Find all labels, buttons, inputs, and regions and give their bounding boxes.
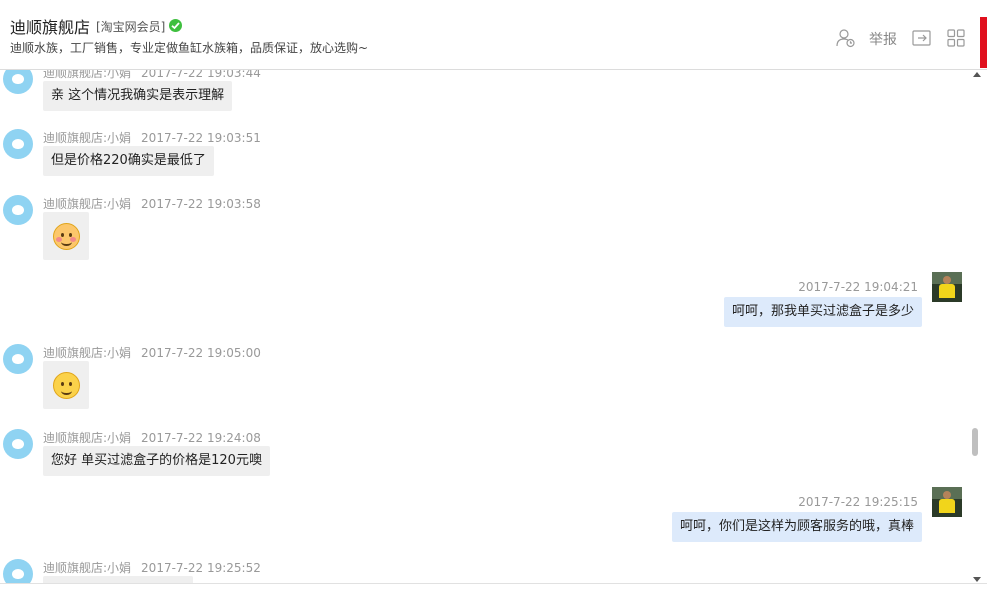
- message-time: 2017-7-22 19:04:21: [798, 280, 918, 294]
- seller-avatar[interactable]: [3, 344, 33, 374]
- message-bubble: 您好 单买过滤盒子的价格是120元噢: [43, 446, 270, 476]
- scroll-down-icon[interactable]: [973, 577, 981, 582]
- shy-face-emoji: [53, 223, 80, 250]
- seller-avatar[interactable]: [3, 429, 33, 459]
- smile-face-emoji: [53, 372, 80, 399]
- report-button[interactable]: 举报: [869, 29, 897, 49]
- message-meta: 迪顺旗舰店:小娟 2017-7-22 19:25:52: [43, 559, 261, 576]
- emoji-bubble: [43, 361, 89, 409]
- message-meta: 迪顺旗舰店:小娟 2017-7-22 19:03:58: [43, 195, 261, 212]
- message-meta: 迪顺旗舰店:小娟 2017-7-22 19:05:00: [43, 344, 261, 361]
- message-meta: 迪顺旗舰店:小娟 2017-7-22 19:03:44: [43, 70, 261, 81]
- message-time: 2017-7-22 19:05:00: [141, 346, 261, 360]
- message-meta: 迪顺旗舰店:小娟 2017-7-22 19:24:08: [43, 429, 261, 446]
- user-avatar[interactable]: [932, 487, 962, 517]
- message-time: 2017-7-22 19:03:44: [141, 70, 261, 80]
- message-list: 迪顺旗舰店:小娟 2017-7-22 19:03:44 亲 这个情况我确实是表示理…: [0, 70, 969, 583]
- scroll-up-icon[interactable]: [973, 72, 981, 77]
- emoji-bubble: [43, 212, 89, 260]
- seller-avatar[interactable]: [3, 70, 33, 94]
- side-tab[interactable]: [980, 17, 987, 68]
- message-meta: 迪顺旗舰店:小娟 2017-7-22 19:03:51: [43, 129, 261, 146]
- message-bubble: 但是价格220确实是最低了: [43, 146, 214, 176]
- seller-avatar[interactable]: [3, 559, 33, 583]
- scroll-thumb[interactable]: [972, 428, 978, 456]
- message-bubble: 亲 这个情况我确实是表示理解: [43, 81, 233, 111]
- shop-name[interactable]: 迪顺旗舰店: [10, 14, 90, 38]
- verified-check-icon: [169, 19, 182, 32]
- seller-avatar[interactable]: [3, 129, 33, 159]
- shop-description: 迪顺水族，工厂销售，专业定做鱼缸水族箱，品质保证，放心选购~: [10, 41, 369, 55]
- user-avatar[interactable]: [932, 272, 962, 302]
- message-time: 2017-7-22 19:25:15: [798, 495, 918, 509]
- chat-header: 迪顺旗舰店 [淘宝网会员] 迪顺水族，工厂销售，专业定做鱼缸水族箱，品质保证，放…: [0, 0, 987, 70]
- sender-name: 迪顺旗舰店:小娟: [43, 346, 132, 360]
- sender-name: 迪顺旗舰店:小娟: [43, 131, 132, 145]
- sender-name: 迪顺旗舰店:小娟: [43, 561, 132, 575]
- message-bubble: 呵呵，你们是这样为顾客服务的哦，真棒: [671, 512, 922, 542]
- member-tag: [淘宝网会员]: [96, 20, 166, 34]
- message-time: 2017-7-22 19:24:08: [141, 431, 261, 445]
- sender-name: 迪顺旗舰店:小娟: [43, 431, 132, 445]
- message-time: 2017-7-22 19:03:51: [141, 131, 261, 145]
- sender-name: 迪顺旗舰店:小娟: [43, 197, 132, 211]
- seller-avatar[interactable]: [3, 195, 33, 225]
- message-time: 2017-7-22 19:03:58: [141, 197, 261, 211]
- exit-icon[interactable]: [912, 29, 932, 51]
- message-time: 2017-7-22 19:25:52: [141, 561, 261, 575]
- scrollbar[interactable]: [969, 70, 987, 583]
- person-clock-icon[interactable]: [836, 28, 856, 52]
- message-bubble: [43, 576, 193, 583]
- grid-icon[interactable]: [947, 29, 965, 51]
- sender-name: 迪顺旗舰店:小娟: [43, 70, 132, 80]
- message-bubble: 呵呵，那我单买过滤盒子是多少: [723, 297, 922, 327]
